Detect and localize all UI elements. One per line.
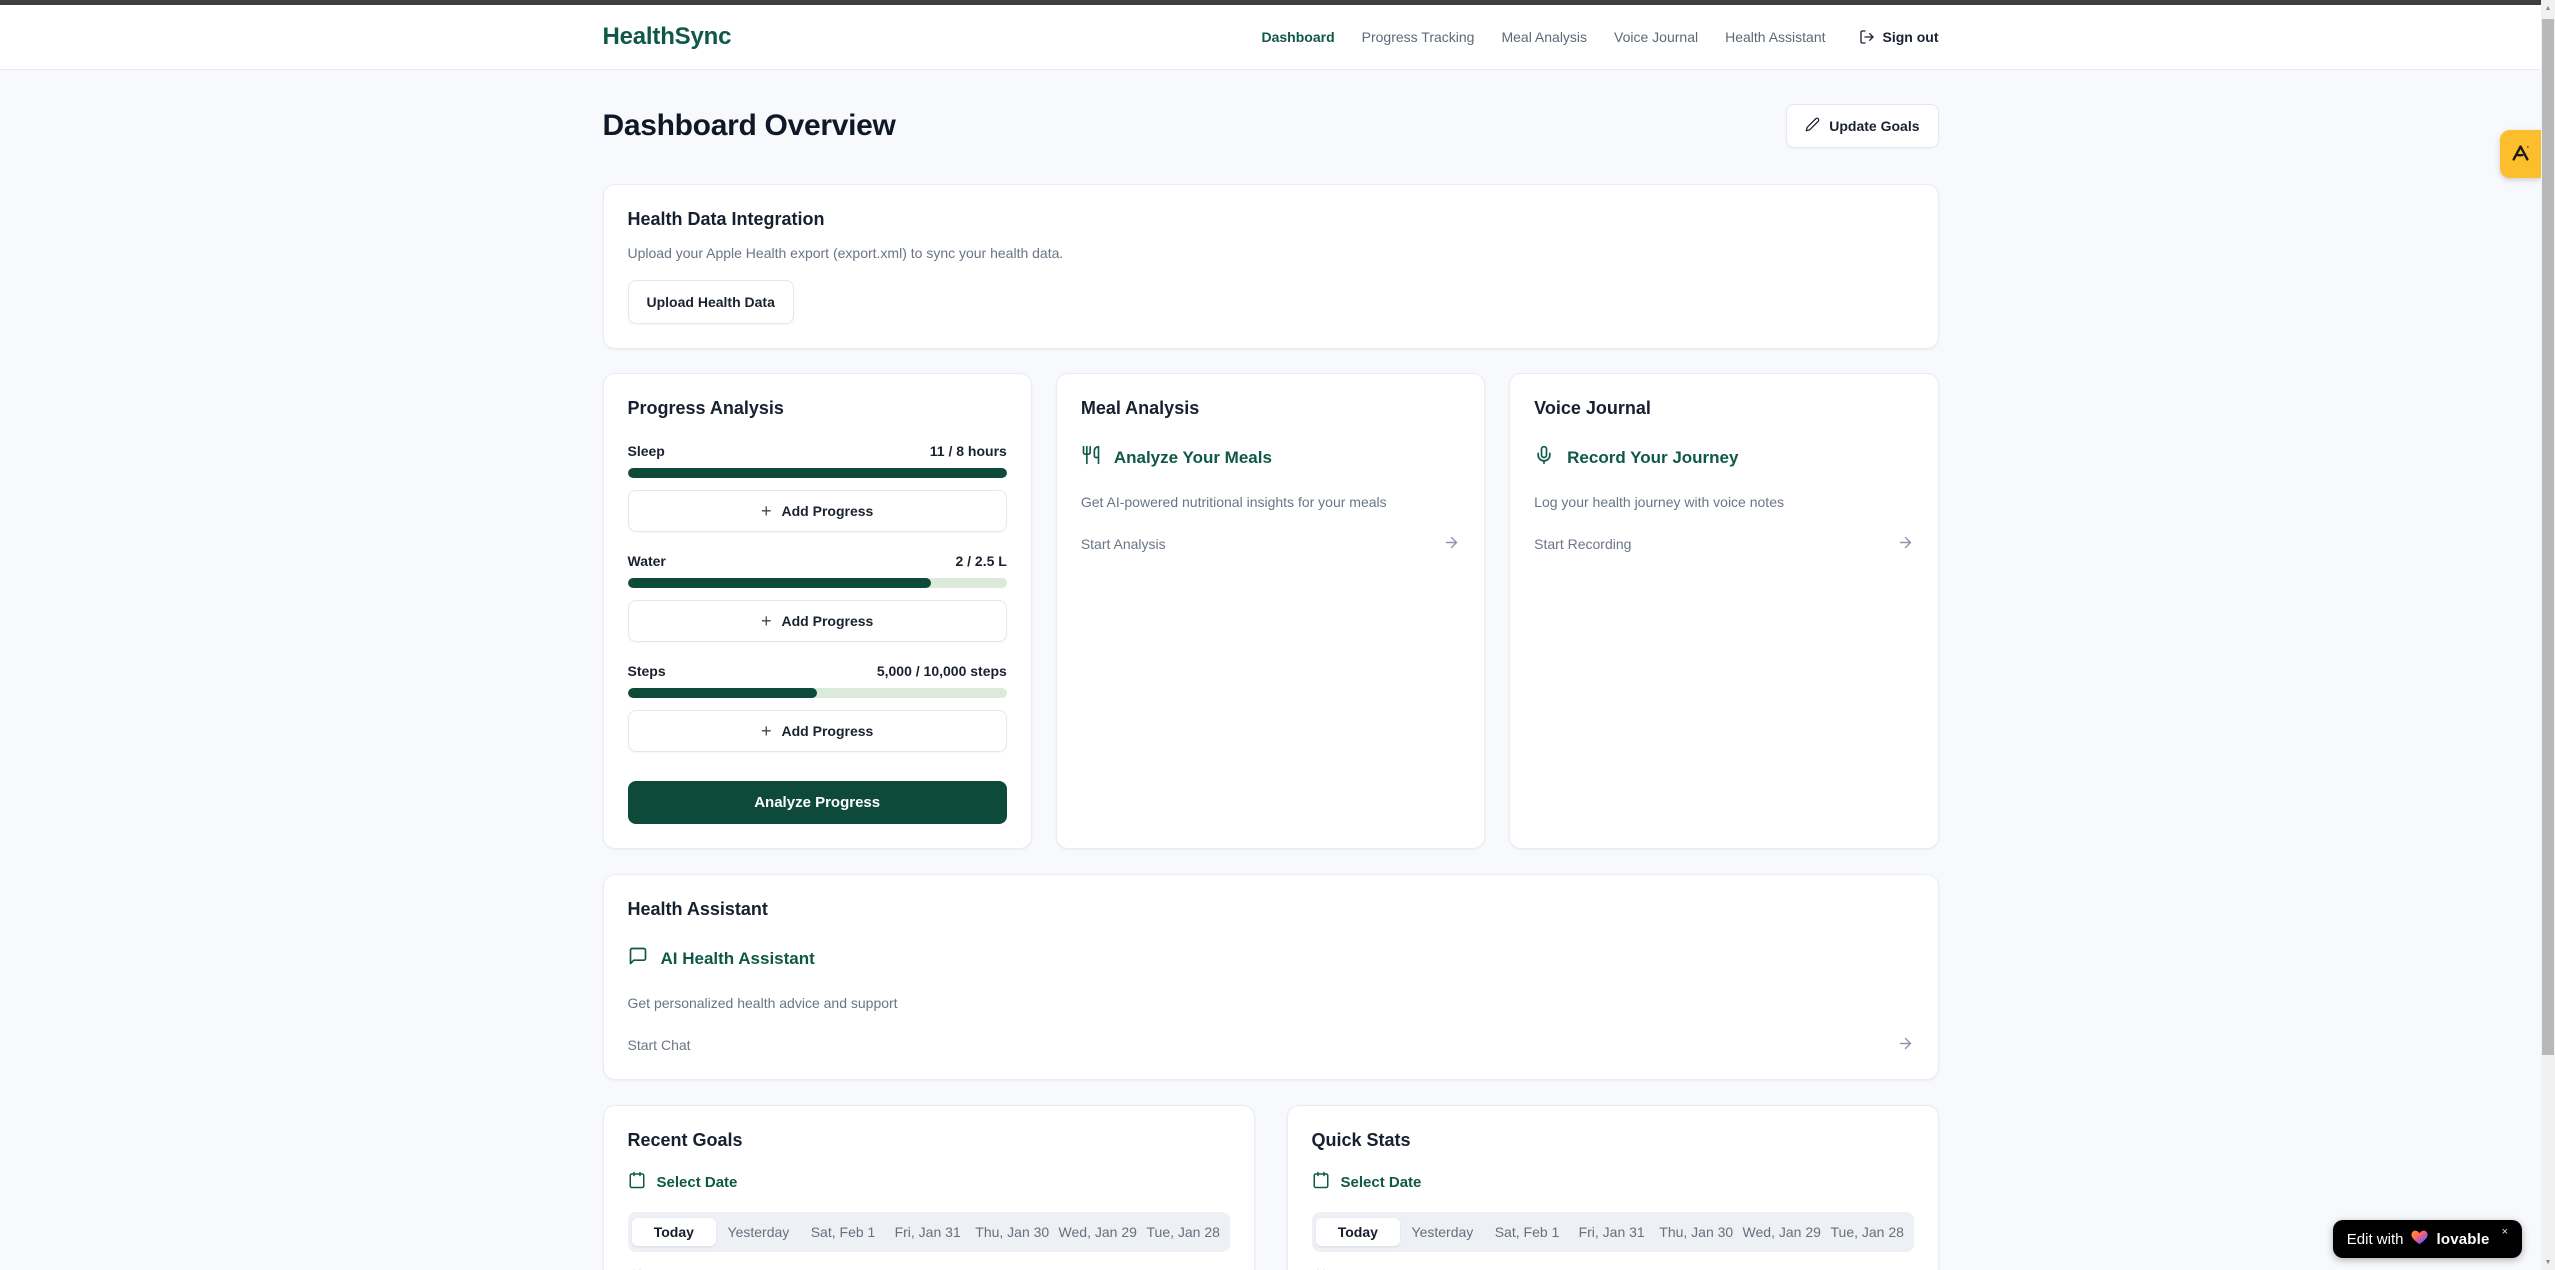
progress-title: Progress Analysis xyxy=(628,398,1007,419)
metric-label: Sleep xyxy=(628,443,665,459)
metric-water: Water 2 / 2.5 L + Add Progress xyxy=(628,553,1007,642)
metric-label: Water xyxy=(628,553,666,569)
nav-item-health-assistant[interactable]: Health Assistant xyxy=(1725,29,1825,45)
nav-item-dashboard[interactable]: Dashboard xyxy=(1262,29,1335,45)
analyze-your-meals-link[interactable]: Analyze Your Meals xyxy=(1081,445,1460,470)
header: HealthSync Dashboard Progress Tracking M… xyxy=(0,5,2541,70)
quick-stats-title: Quick Stats xyxy=(1312,1130,1914,1151)
quick-stats-card: Quick Stats Select Date Today Yesterday … xyxy=(1287,1105,1939,1270)
recent-goals-select-date[interactable]: Select Date xyxy=(628,1171,1230,1193)
arrow-right-icon xyxy=(1443,534,1460,554)
quick-stats-date-tabs: Today Yesterday Sat, Feb 1 Fri, Jan 31 T… xyxy=(1312,1212,1914,1252)
health-assistant-card: Health Assistant AI Health Assistant Get… xyxy=(603,874,1939,1080)
tab-today[interactable]: Today xyxy=(1316,1218,1401,1246)
plus-icon: + xyxy=(761,612,772,630)
tab-thu-jan-30[interactable]: Thu, Jan 30 xyxy=(1654,1218,1739,1246)
metric-steps: Steps 5,000 / 10,000 steps + Add Progres… xyxy=(628,663,1007,752)
tab-yesterday[interactable]: Yesterday xyxy=(1400,1218,1485,1246)
integration-description: Upload your Apple Health export (export.… xyxy=(628,245,1914,261)
progress-bar-steps xyxy=(628,688,1007,698)
page: HealthSync Dashboard Progress Tracking M… xyxy=(0,5,2541,1270)
progress-analysis-card: Progress Analysis Sleep 11 / 8 hours + A… xyxy=(603,373,1032,849)
tab-sat-feb-1[interactable]: Sat, Feb 1 xyxy=(1485,1218,1570,1246)
calendar-icon xyxy=(1312,1171,1330,1193)
assistant-description: Get personalized health advice and suppo… xyxy=(628,995,1914,1011)
chat-icon xyxy=(628,946,648,971)
recent-goals-title: Recent Goals xyxy=(628,1130,1230,1151)
calendar-icon xyxy=(628,1171,646,1193)
brand-logo[interactable]: HealthSync xyxy=(603,23,732,51)
page-title: Dashboard Overview xyxy=(603,109,896,143)
arrow-right-icon xyxy=(1897,534,1914,554)
nav-item-voice-journal[interactable]: Voice Journal xyxy=(1614,29,1698,45)
meal-description: Get AI-powered nutritional insights for … xyxy=(1081,494,1460,510)
upload-health-data-button[interactable]: Upload Health Data xyxy=(628,280,794,324)
ai-health-assistant-link[interactable]: AI Health Assistant xyxy=(628,946,1914,971)
badge-prefix: Edit with xyxy=(2347,1231,2404,1248)
sign-out-label: Sign out xyxy=(1883,29,1939,45)
close-icon[interactable]: × xyxy=(2502,1226,2508,1238)
plus-icon: + xyxy=(761,502,772,520)
start-recording-link[interactable]: Start Recording xyxy=(1534,534,1913,554)
utensils-icon xyxy=(1081,445,1101,470)
plus-icon: + xyxy=(761,722,772,740)
recent-goals-date-tabs: Today Yesterday Sat, Feb 1 Fri, Jan 31 T… xyxy=(628,1212,1230,1252)
add-progress-steps-button[interactable]: + Add Progress xyxy=(628,710,1007,752)
tab-wed-jan-29[interactable]: Wed, Jan 29 xyxy=(1055,1218,1141,1246)
metric-value: 5,000 / 10,000 steps xyxy=(877,663,1007,679)
lovable-mark-icon xyxy=(2510,142,2532,167)
assistant-title: Health Assistant xyxy=(628,899,1914,920)
badge-brand: lovable xyxy=(2436,1231,2489,1248)
update-goals-button[interactable]: Update Goals xyxy=(1786,104,1938,148)
tab-tue-jan-28[interactable]: Tue, Jan 28 xyxy=(1141,1218,1226,1246)
heart-icon xyxy=(2411,1229,2428,1250)
nav-item-progress-tracking[interactable]: Progress Tracking xyxy=(1362,29,1475,45)
metric-value: 11 / 8 hours xyxy=(930,443,1007,459)
start-analysis-link[interactable]: Start Analysis xyxy=(1081,534,1460,554)
scrollbar[interactable]: ▲ ▼ xyxy=(2541,0,2555,1270)
lovable-edit-fab[interactable] xyxy=(2500,130,2541,178)
metric-value: 2 / 2.5 L xyxy=(955,553,1006,569)
tab-sat-feb-1[interactable]: Sat, Feb 1 xyxy=(801,1218,886,1246)
tab-yesterday[interactable]: Yesterday xyxy=(716,1218,801,1246)
meal-analysis-card: Meal Analysis Analyze Your Meals Get AI-… xyxy=(1056,373,1485,849)
add-progress-water-button[interactable]: + Add Progress xyxy=(628,600,1007,642)
tab-thu-jan-30[interactable]: Thu, Jan 30 xyxy=(970,1218,1055,1246)
main-nav: Dashboard Progress Tracking Meal Analysi… xyxy=(1262,29,1939,45)
analyze-progress-button[interactable]: Analyze Progress xyxy=(628,781,1007,824)
window-top-strip xyxy=(0,0,2555,5)
tab-today[interactable]: Today xyxy=(632,1218,717,1246)
log-out-icon xyxy=(1859,29,1875,45)
arrow-right-icon xyxy=(1897,1035,1914,1055)
start-chat-link[interactable]: Start Chat xyxy=(628,1035,1914,1055)
voice-description: Log your health journey with voice notes xyxy=(1534,494,1913,510)
nav-item-meal-analysis[interactable]: Meal Analysis xyxy=(1501,29,1587,45)
tab-fri-jan-31[interactable]: Fri, Jan 31 xyxy=(885,1218,970,1246)
scrollbar-down-arrow[interactable]: ▼ xyxy=(2541,1254,2555,1270)
metric-label: Steps xyxy=(628,663,666,679)
health-data-integration-card: Health Data Integration Upload your Appl… xyxy=(603,184,1939,349)
voice-title: Voice Journal xyxy=(1534,398,1913,419)
mic-icon xyxy=(1534,445,1554,470)
recent-goals-card: Recent Goals Select Date Today Yesterday… xyxy=(603,1105,1255,1270)
metric-sleep: Sleep 11 / 8 hours + Add Progress xyxy=(628,443,1007,532)
quick-stats-select-date[interactable]: Select Date xyxy=(1312,1171,1914,1193)
integration-title: Health Data Integration xyxy=(628,209,1914,230)
sign-out-button[interactable]: Sign out xyxy=(1859,29,1939,45)
progress-bar-sleep xyxy=(628,468,1007,478)
pencil-icon xyxy=(1805,117,1820,135)
add-progress-sleep-button[interactable]: + Add Progress xyxy=(628,490,1007,532)
tab-fri-jan-31[interactable]: Fri, Jan 31 xyxy=(1569,1218,1654,1246)
voice-journal-card: Voice Journal Record Your Journey Log yo… xyxy=(1509,373,1938,849)
tab-tue-jan-28[interactable]: Tue, Jan 28 xyxy=(1825,1218,1910,1246)
tab-wed-jan-29[interactable]: Wed, Jan 29 xyxy=(1739,1218,1825,1246)
scrollbar-thumb[interactable] xyxy=(2542,19,2554,1055)
record-your-journey-link[interactable]: Record Your Journey xyxy=(1534,445,1913,470)
meal-title: Meal Analysis xyxy=(1081,398,1460,419)
progress-bar-water xyxy=(628,578,1007,588)
scrollbar-up-arrow[interactable]: ▲ xyxy=(2541,0,2555,16)
edit-with-lovable-badge[interactable]: Edit with lovable × xyxy=(2333,1220,2522,1258)
